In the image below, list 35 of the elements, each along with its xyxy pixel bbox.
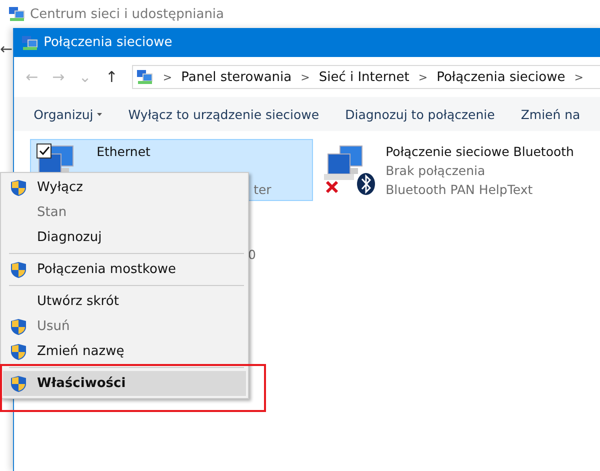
toolbar-button[interactable]: Diagnozuj to połączenie	[345, 106, 521, 122]
menu-item[interactable]: Zmień nazwę	[3, 339, 246, 364]
menu-item[interactable]: Właściwości	[3, 371, 246, 396]
back-button[interactable]: ←	[0, 40, 13, 58]
shield-icon	[10, 260, 27, 278]
window-title: Połączenia sieciowe	[44, 35, 172, 50]
connection-detail: 0	[248, 247, 256, 262]
breadcrumb-separator: >	[418, 70, 428, 84]
breadcrumb[interactable]: Połączenia sieciowe	[436, 70, 566, 84]
menu-item[interactable]: Połączenia mostkowe	[3, 257, 246, 282]
toolbar-button[interactable]: Zmień na	[520, 106, 600, 122]
breadcrumb[interactable]: Panel sterowania	[181, 70, 292, 84]
connection-detail: Brak połączenia	[386, 162, 486, 180]
up-button[interactable]: ↑	[105, 68, 118, 86]
breadcrumb-separator: >	[300, 70, 310, 84]
connection-detail: ter	[254, 181, 272, 199]
breadcrumb-separator: >	[574, 70, 584, 84]
shield-icon	[10, 178, 27, 196]
back-window-title: Centrum sieci i udostępniania	[30, 6, 224, 22]
connection-detail: Bluetooth PAN HelpText	[386, 181, 533, 199]
network-icon	[8, 6, 26, 22]
address-field[interactable]: > Panel sterowania > Sieć i Internet > Połączenia sieciowe >	[132, 65, 600, 89]
connection-item[interactable]: Połączenie sieciowe Bluetooth Brak połączenia Bluetooth PAN HelpText	[318, 139, 587, 201]
caret-icon	[97, 112, 102, 116]
breadcrumb[interactable]: Sieć i Internet	[318, 70, 410, 84]
breadcrumb-separator: >	[162, 70, 172, 84]
toolbar-button[interactable]: Wyłącz to urządzenie sieciowe	[128, 106, 346, 122]
toolbar-button[interactable]: Organizuj	[34, 106, 128, 122]
connection-name: Połączenie sieciowe Bluetooth	[386, 143, 574, 161]
shield-icon	[10, 342, 27, 360]
connection-name: Ethernet	[96, 143, 152, 161]
menu-item[interactable]: Utwórz skrót	[3, 289, 246, 314]
shield-icon	[10, 318, 27, 336]
shield-icon	[10, 374, 27, 392]
menu-item[interactable]: Diagnozuj	[3, 225, 246, 250]
